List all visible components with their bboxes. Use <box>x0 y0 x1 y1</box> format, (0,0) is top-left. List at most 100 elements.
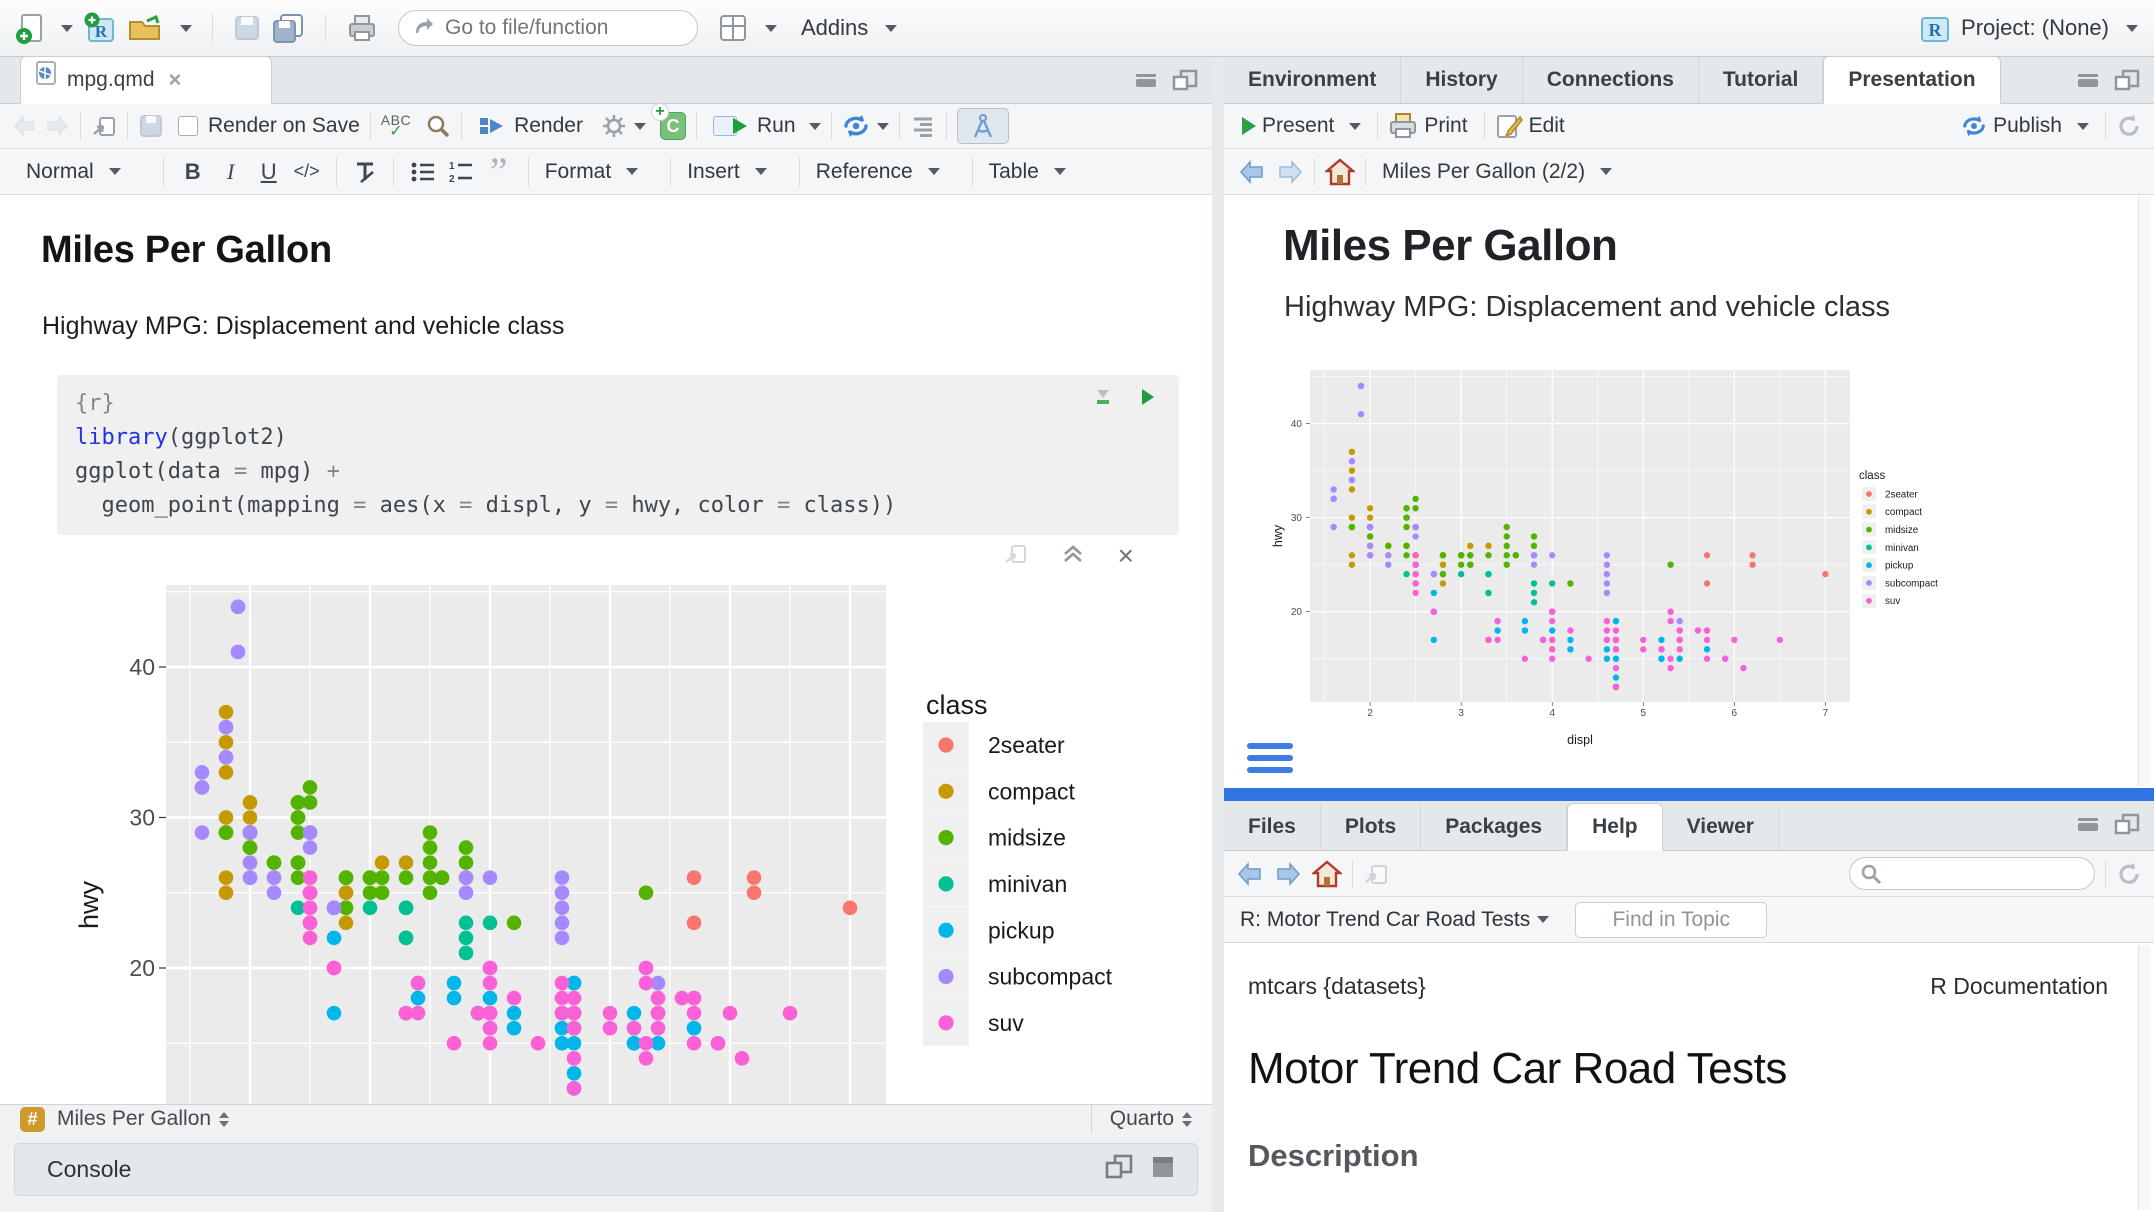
tab-connections[interactable]: Connections <box>1523 57 1699 103</box>
rb-maximize-icon[interactable] <box>2114 813 2140 840</box>
presentation-edit-icon[interactable] <box>1495 112 1523 140</box>
tab-plots[interactable]: Plots <box>1321 804 1421 850</box>
console-popout-icon[interactable] <box>1105 1154 1133 1185</box>
slide-forward-icon[interactable] <box>1276 159 1304 185</box>
present-play-icon[interactable] <box>1242 117 1256 135</box>
render-button[interactable]: Render <box>472 114 589 138</box>
pane-splitter-vertical[interactable] <box>1212 57 1224 1212</box>
run-chunks-above-icon[interactable] <box>1093 387 1113 413</box>
forward-icon[interactable] <box>44 114 70 138</box>
render-on-save-checkbox[interactable] <box>178 116 198 136</box>
bold-button[interactable]: B <box>174 159 212 185</box>
tab-help[interactable]: Help <box>1567 803 1663 851</box>
section-picker[interactable]: Miles Per Gallon <box>57 1107 211 1131</box>
rt-maximize-icon[interactable] <box>2114 69 2140 96</box>
rb-minimize-icon[interactable] <box>2076 813 2100 840</box>
output-collapse-icon[interactable] <box>1062 544 1084 569</box>
popout-icon[interactable] <box>91 114 117 138</box>
help-back-icon[interactable] <box>1236 861 1264 887</box>
goto-file-search[interactable] <box>398 10 698 46</box>
project-menu[interactable]: Project: (None) <box>1961 15 2109 41</box>
pane-layout-icon[interactable] <box>718 13 748 43</box>
help-forward-icon[interactable] <box>1274 861 1302 887</box>
help-topic-menu[interactable]: R: Motor Trend Car Road Tests <box>1240 908 1530 932</box>
table-menu[interactable]: Table <box>983 160 1072 184</box>
visual-editor-toggle[interactable] <box>957 108 1009 144</box>
output-popout-icon[interactable] <box>1004 543 1028 570</box>
italic-button[interactable]: I <box>212 159 250 185</box>
presentation-refresh-icon[interactable] <box>2116 113 2142 139</box>
mode-updown-icon[interactable] <box>1182 1112 1192 1127</box>
tab-viewer[interactable]: Viewer <box>1663 804 1779 850</box>
addins-menu[interactable]: Addins <box>801 15 868 41</box>
help-home-icon[interactable] <box>1312 860 1342 888</box>
console-maximize-icon[interactable] <box>1151 1155 1175 1184</box>
help-scrollbar[interactable] <box>2138 945 2151 1210</box>
bullet-list-icon[interactable] <box>404 160 442 184</box>
console-pane-header[interactable]: Console <box>14 1143 1198 1196</box>
presentation-print-icon[interactable] <box>1388 112 1418 140</box>
render-options-gear-icon[interactable] <box>601 113 627 139</box>
help-topic-caret[interactable] <box>1537 916 1549 923</box>
insert-menu[interactable]: Insert <box>681 160 773 184</box>
outline-icon[interactable] <box>910 115 936 137</box>
open-file-icon[interactable] <box>127 13 163 43</box>
help-refresh-icon[interactable] <box>2116 861 2142 887</box>
source-rerun-caret[interactable] <box>877 123 889 130</box>
save-icon[interactable] <box>233 14 261 42</box>
reference-menu[interactable]: Reference <box>810 160 946 184</box>
paragraph-style-select[interactable]: Normal <box>20 160 127 184</box>
spellcheck-icon[interactable]: ABC ✓ <box>381 115 411 137</box>
rt-minimize-icon[interactable] <box>2076 69 2100 96</box>
section-updown-icon[interactable] <box>219 1112 229 1127</box>
slide-home-icon[interactable] <box>1325 158 1355 186</box>
blockquote-icon[interactable]: ” <box>480 162 518 182</box>
presentation-scrollbar[interactable] <box>2138 197 2151 786</box>
publish-button[interactable]: Publish <box>1987 114 2095 138</box>
project-caret[interactable] <box>2126 25 2138 32</box>
clear-format-icon[interactable] <box>347 160 383 184</box>
print-button[interactable]: Print <box>1418 114 1473 138</box>
tab-presentation[interactable]: Presentation <box>1823 56 2000 104</box>
new-file-icon[interactable] <box>16 12 44 44</box>
print-icon[interactable] <box>346 13 378 43</box>
new-project-icon[interactable]: R <box>83 11 117 45</box>
output-close-icon[interactable]: × <box>1118 546 1134 566</box>
goto-file-input[interactable] <box>445 16 675 40</box>
tab-packages[interactable]: Packages <box>1421 804 1567 850</box>
run-caret[interactable] <box>809 123 821 130</box>
underline-button[interactable]: U <box>250 159 288 185</box>
find-replace-icon[interactable] <box>425 113 451 139</box>
find-in-topic-input[interactable]: Find in Topic <box>1575 902 1767 938</box>
open-file-caret[interactable] <box>180 25 192 32</box>
tab-tutorial[interactable]: Tutorial <box>1699 57 1823 103</box>
slide-back-icon[interactable] <box>1238 159 1266 185</box>
source-rerun-icon[interactable] <box>842 113 870 139</box>
tab-mpg-qmd[interactable]: mpg.qmd × <box>20 56 272 104</box>
new-file-caret[interactable] <box>61 25 73 32</box>
help-search-box[interactable] <box>1849 857 2095 890</box>
doc-mode-picker[interactable]: Quarto <box>1110 1107 1174 1131</box>
run-button[interactable]: Run <box>707 114 802 138</box>
pane-layout-caret[interactable] <box>765 25 777 32</box>
slide-menu-hamburger-icon[interactable] <box>1247 743 1293 779</box>
slide-location-menu[interactable]: Miles Per Gallon (2/2) <box>1376 160 1618 184</box>
minimize-pane-icon[interactable] <box>1134 69 1158 96</box>
pane-splitter-horizontal[interactable] <box>1224 788 2154 801</box>
tab-environment[interactable]: Environment <box>1224 57 1401 103</box>
tab-close-icon[interactable]: × <box>169 57 182 103</box>
back-icon[interactable] <box>12 114 38 138</box>
tab-files[interactable]: Files <box>1224 804 1321 850</box>
render-options-caret[interactable] <box>634 123 646 130</box>
maximize-pane-icon[interactable] <box>1172 69 1198 96</box>
addins-caret[interactable] <box>885 25 897 32</box>
tab-history[interactable]: History <box>1401 57 1522 103</box>
code-format-button[interactable]: </> <box>288 161 326 182</box>
publish-icon[interactable] <box>1961 114 1987 138</box>
help-popout-icon[interactable] <box>1363 862 1389 886</box>
code-chunk[interactable]: {r} library(ggplot2) ggplot(data = mpg) … <box>57 375 1179 535</box>
format-menu[interactable]: Format <box>539 160 645 184</box>
present-button[interactable]: Present <box>1256 114 1367 138</box>
edit-button[interactable]: Edit <box>1523 114 1571 138</box>
run-chunk-icon[interactable] <box>1139 387 1157 413</box>
